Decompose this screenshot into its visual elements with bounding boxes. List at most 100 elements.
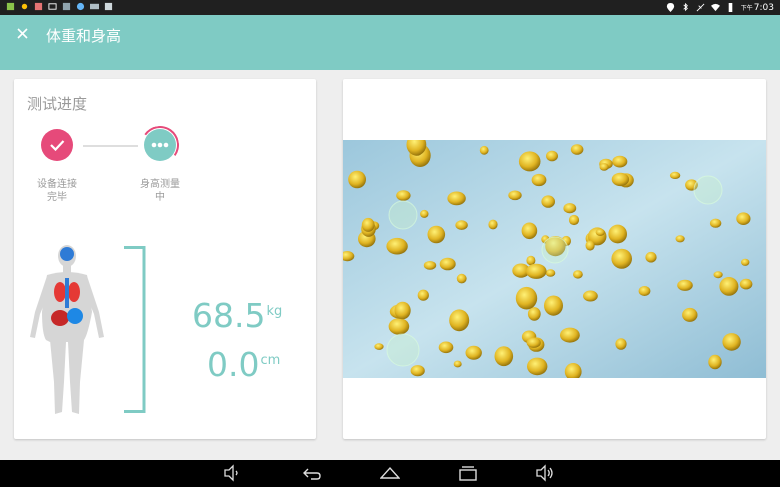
particle [348, 170, 366, 189]
test-progress-card: 测试进度 设备连接 完毕 身高测量 中 68.5kg 0.0cm [14, 79, 316, 439]
particle [526, 255, 536, 266]
bubble [693, 175, 723, 205]
volume-up-icon[interactable] [535, 464, 555, 482]
battery-icon [728, 3, 733, 12]
particle [570, 144, 584, 155]
particle [518, 151, 541, 172]
weight-unit: kg [266, 304, 283, 319]
particle [488, 219, 498, 230]
health-animation-video[interactable] [343, 140, 766, 378]
particle [545, 269, 556, 277]
particle [583, 290, 598, 302]
height-value: 0.0 [207, 345, 260, 384]
recents-icon[interactable] [458, 464, 478, 482]
system-icons: 下午7:03 [666, 1, 774, 14]
close-button[interactable] [12, 23, 32, 43]
step-label-height-measuring: 身高测量 中 [140, 179, 180, 203]
particle [515, 286, 538, 310]
particle [394, 301, 411, 320]
sun-icon [21, 3, 28, 10]
particle [677, 279, 693, 291]
image-icon [48, 3, 57, 10]
particle [585, 240, 595, 251]
app-icon [34, 2, 43, 11]
particle [526, 263, 547, 279]
bubble [386, 333, 420, 367]
particle [361, 217, 375, 232]
globe-icon [76, 2, 85, 11]
step-connector [83, 145, 138, 147]
particle [527, 357, 548, 376]
particle [595, 228, 605, 236]
particle [541, 195, 555, 208]
wifi-icon [710, 3, 720, 12]
particle [741, 258, 750, 266]
location-icon [666, 3, 674, 12]
page-title: 体重和身高 [46, 27, 122, 45]
notification-icons [6, 2, 113, 11]
particle [479, 145, 489, 155]
particle [713, 271, 723, 279]
particle [608, 224, 627, 244]
back-icon[interactable] [302, 464, 322, 482]
particle [736, 212, 751, 225]
particle [417, 289, 429, 301]
particle [388, 318, 410, 335]
home-icon[interactable] [380, 464, 400, 482]
step-label-device-connected: 设备连接 完毕 [37, 179, 77, 203]
particle [708, 354, 722, 370]
clock: 下午7:03 [740, 2, 774, 13]
particle [599, 163, 609, 171]
check-icon [50, 140, 65, 152]
particle [719, 277, 739, 296]
status-bar: 下午7:03 [0, 0, 780, 15]
particle [611, 248, 632, 269]
particle [423, 261, 437, 270]
particle [427, 225, 446, 244]
particle [546, 150, 558, 162]
particle [438, 341, 454, 354]
particle [447, 191, 466, 206]
app-icon [104, 2, 113, 11]
particle [682, 307, 698, 322]
particle [527, 307, 541, 321]
particle [722, 333, 741, 351]
particle [560, 327, 580, 343]
app-icon [62, 2, 71, 11]
particle [568, 214, 580, 226]
particle [709, 218, 722, 228]
app-bar: 体重和身高 [0, 15, 780, 70]
particle [615, 338, 627, 350]
brain-illustration [60, 247, 74, 261]
step-in-progress-indicator [144, 129, 176, 161]
particle [455, 220, 468, 230]
particle [563, 203, 577, 214]
video-card [343, 79, 766, 439]
particle [611, 172, 630, 187]
close-icon [16, 28, 28, 39]
particle [531, 173, 547, 187]
volume-down-icon[interactable] [222, 464, 242, 482]
media-icon [90, 3, 99, 10]
no-sound-icon [696, 3, 705, 12]
particle [494, 346, 514, 367]
particle [739, 278, 753, 290]
particle [386, 237, 408, 255]
particle [453, 360, 462, 368]
particle [396, 190, 411, 201]
bubble [541, 236, 569, 264]
navigation-bar [0, 460, 780, 487]
particle [410, 365, 425, 377]
particle [521, 222, 538, 240]
particle [449, 309, 470, 332]
particle [612, 155, 628, 168]
more-dots-icon [151, 142, 169, 148]
notification-icon [6, 2, 15, 11]
particle [439, 257, 456, 271]
weight-value: 68.5 [192, 296, 266, 335]
particle [456, 273, 467, 284]
progress-title: 测试进度 [27, 95, 88, 113]
human-body-illustration [30, 245, 104, 414]
height-reading: 0.0cm [207, 345, 280, 384]
particle [645, 251, 657, 263]
